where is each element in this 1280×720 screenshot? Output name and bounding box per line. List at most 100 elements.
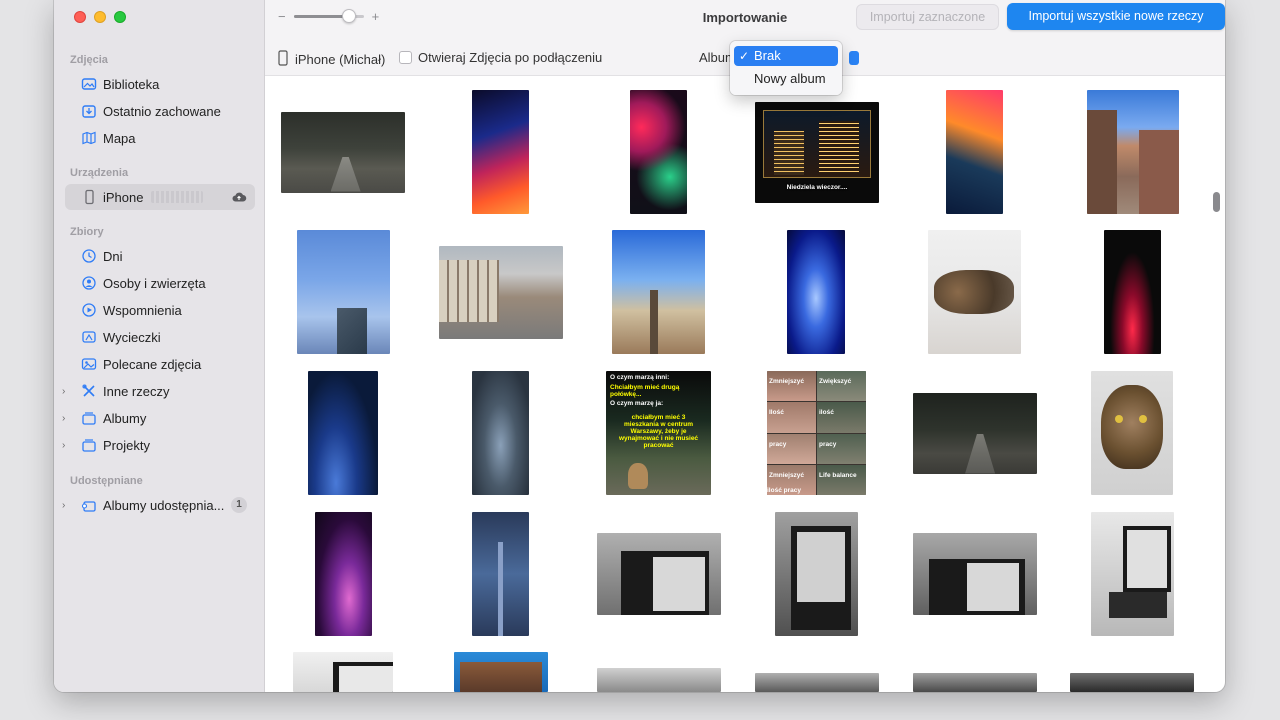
map-icon bbox=[81, 130, 97, 146]
projects-icon bbox=[81, 437, 97, 453]
iphone-icon bbox=[277, 50, 289, 69]
photo-caption: Ilość bbox=[769, 409, 784, 417]
cloud-upload-icon bbox=[231, 189, 247, 208]
photo-thumbnail[interactable] bbox=[315, 512, 372, 636]
sidebar-item-label: Polecane zdjęcia bbox=[103, 356, 202, 372]
device-name: iPhone (Michał) bbox=[295, 52, 386, 67]
photo-thumbnail[interactable] bbox=[928, 230, 1021, 354]
sidebar-item-projects[interactable]: › Projekty bbox=[62, 432, 255, 458]
photo-thumbnail[interactable]: Zmniejszyć Zwiększyć Ilość ilość pracy p… bbox=[767, 371, 866, 495]
photo-thumbnail[interactable] bbox=[1091, 512, 1174, 636]
minimize-window-button[interactable] bbox=[94, 11, 106, 23]
photo-thumbnail[interactable] bbox=[913, 673, 1037, 692]
sidebar-item-label: Albumy bbox=[103, 410, 147, 426]
photo-thumbnail[interactable] bbox=[1104, 230, 1161, 354]
chevron-right-icon[interactable]: › bbox=[62, 413, 65, 424]
sidebar-item-utilities[interactable]: › Inne rzeczy bbox=[62, 378, 255, 404]
photo-grid: Niedziela wieczor.... O czym marzą inni:… bbox=[265, 76, 1210, 692]
sidebar-item-people-pets[interactable]: Osoby i zwierzęta bbox=[65, 270, 255, 296]
dropdown-option-new-album[interactable]: Nowy album bbox=[734, 69, 838, 89]
window-controls bbox=[74, 11, 126, 23]
sidebar-item-featured-photos[interactable]: Polecane zdjęcia bbox=[65, 351, 255, 377]
person-icon bbox=[81, 275, 97, 291]
photo-thumbnail[interactable] bbox=[913, 533, 1037, 615]
sidebar: Zdjęcia Biblioteka Ostatnio zachowane Ma… bbox=[54, 0, 265, 692]
photo-caption: Zmniejszyć ilość pracy bbox=[767, 471, 805, 494]
scrollbar-thumb[interactable] bbox=[1213, 192, 1220, 212]
checkbox-box[interactable] bbox=[399, 51, 412, 64]
dropdown-option-none[interactable]: ✓ Brak bbox=[734, 46, 838, 66]
sidebar-item-label: Mapa bbox=[103, 130, 136, 146]
sidebar-item-shared-albums[interactable]: › Albumy udostępnia... 1 bbox=[62, 492, 255, 518]
photo-thumbnail[interactable] bbox=[439, 246, 563, 339]
sidebar-item-trips[interactable]: Wycieczki bbox=[65, 324, 255, 350]
photo-thumbnail[interactable] bbox=[787, 230, 845, 354]
clock-icon bbox=[81, 248, 97, 264]
photo-thumbnail[interactable] bbox=[755, 673, 879, 692]
sidebar-item-label: Albumy udostępnia... bbox=[103, 497, 225, 513]
sidebar-item-label: Wspomnienia bbox=[103, 302, 182, 318]
sidebar-item-recently-saved[interactable]: Ostatnio zachowane bbox=[65, 98, 255, 124]
photo-thumbnail[interactable] bbox=[1091, 371, 1173, 495]
album-popup-button[interactable] bbox=[849, 51, 859, 65]
checkmark-icon: ✓ bbox=[739, 49, 750, 63]
sidebar-item-map[interactable]: Mapa bbox=[65, 125, 255, 151]
utilities-icon bbox=[81, 383, 97, 399]
section-title-collections: Zbiory bbox=[70, 226, 104, 238]
photo-thumbnail[interactable]: Niedziela wieczor.... bbox=[755, 102, 879, 203]
album-dropdown-menu: ✓ Brak Nowy album bbox=[730, 41, 842, 95]
shared-albums-icon bbox=[81, 497, 97, 513]
device-label: iPhone (Michał) bbox=[277, 50, 385, 69]
photo-thumbnail[interactable] bbox=[472, 512, 529, 636]
import-all-new-button[interactable]: Importuj wszystkie nowe rzeczy bbox=[1007, 3, 1225, 30]
photo-thumbnail[interactable] bbox=[281, 112, 405, 193]
sidebar-item-albums[interactable]: › Albumy bbox=[62, 405, 255, 431]
photo-thumbnail[interactable] bbox=[1087, 90, 1179, 214]
open-photos-checkbox[interactable]: Otwieraj Zdjęcia po podłączeniu bbox=[399, 50, 602, 65]
sidebar-item-label: Ostatnio zachowane bbox=[103, 103, 221, 119]
photo-caption: pracy bbox=[769, 440, 787, 448]
photo-caption: Niedziela wieczor.... bbox=[786, 184, 848, 191]
import-selected-button[interactable]: Importuj zaznaczone bbox=[856, 4, 999, 30]
open-photos-label: Otwieraj Zdjęcia po podłączeniu bbox=[418, 50, 603, 65]
chevron-right-icon[interactable]: › bbox=[62, 386, 65, 397]
photo-thumbnail[interactable] bbox=[1070, 673, 1194, 692]
album-label: Album bbox=[699, 50, 731, 65]
photo-caption: O czym marzą inni: bbox=[610, 374, 670, 381]
sidebar-item-library[interactable]: Biblioteka bbox=[65, 71, 255, 97]
zoom-slider[interactable]: − + bbox=[278, 9, 379, 24]
photo-thumbnail[interactable] bbox=[472, 371, 529, 495]
photo-thumbnail[interactable] bbox=[308, 371, 378, 495]
photo-caption: Life balance bbox=[819, 471, 857, 479]
photo-thumbnail[interactable] bbox=[472, 90, 529, 214]
zoom-window-button[interactable] bbox=[114, 11, 126, 23]
sidebar-item-label: Inne rzeczy bbox=[103, 383, 170, 399]
sidebar-item-memories[interactable]: Wspomnienia bbox=[65, 297, 255, 323]
chevron-right-icon[interactable]: › bbox=[62, 500, 65, 511]
photo-caption: O czym marzę ja: bbox=[610, 400, 664, 407]
close-window-button[interactable] bbox=[74, 11, 86, 23]
sidebar-item-days[interactable]: Dni bbox=[65, 243, 255, 269]
chevron-right-icon[interactable]: › bbox=[62, 440, 65, 451]
photo-thumbnail[interactable]: O czym marzą inni: Chciałbym mieć drugą … bbox=[606, 371, 711, 495]
photo-thumbnail[interactable] bbox=[913, 393, 1037, 474]
zoom-slider-knob[interactable] bbox=[341, 9, 356, 23]
memories-icon bbox=[81, 302, 97, 318]
photo-thumbnail[interactable] bbox=[293, 652, 393, 692]
sidebar-item-label: Biblioteka bbox=[103, 76, 160, 92]
sidebar-item-iphone[interactable]: iPhone bbox=[65, 184, 255, 210]
photo-thumbnail[interactable] bbox=[454, 652, 548, 692]
sidebar-item-label: iPhone bbox=[103, 189, 144, 205]
zoom-in-icon[interactable]: + bbox=[372, 9, 380, 24]
photo-thumbnail[interactable] bbox=[775, 512, 858, 636]
section-title-photos: Zdjęcia bbox=[70, 54, 108, 66]
photo-thumbnail[interactable] bbox=[297, 230, 390, 354]
photo-thumbnail[interactable] bbox=[597, 533, 721, 615]
photo-thumbnail[interactable] bbox=[946, 90, 1003, 214]
zoom-out-icon[interactable]: − bbox=[278, 9, 286, 24]
section-title-shared: Udostępniane bbox=[70, 475, 143, 487]
zoom-slider-track[interactable] bbox=[293, 9, 364, 23]
photo-thumbnail[interactable] bbox=[630, 90, 687, 214]
photo-thumbnail[interactable] bbox=[612, 230, 705, 354]
photo-thumbnail[interactable] bbox=[597, 668, 721, 692]
